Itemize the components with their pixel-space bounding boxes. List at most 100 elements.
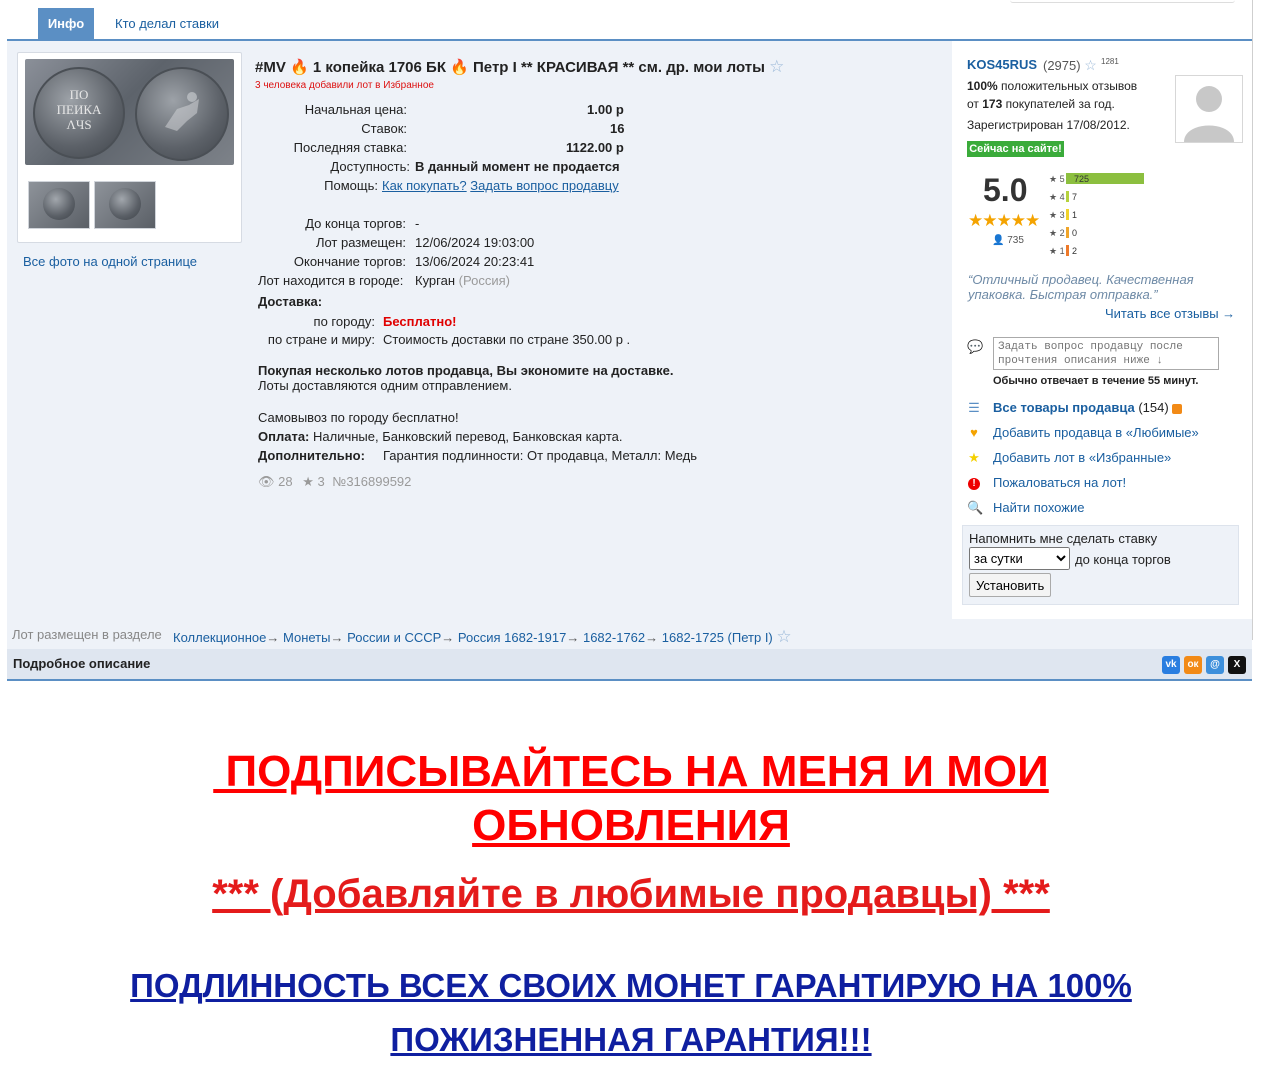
rating-bar [1066, 209, 1069, 220]
x-share-icon[interactable]: X [1228, 656, 1246, 674]
favorites-note: 3 человека добавили лот в Избранное [255, 80, 434, 91]
mailru-share-icon[interactable]: @ [1206, 656, 1224, 674]
ok-share-icon[interactable]: ок [1184, 656, 1202, 674]
breadcrumb-item[interactable]: 1682-1725 (Петр I) [662, 630, 773, 645]
buyers-count: 173 [982, 97, 1003, 111]
rating-bar [1066, 245, 1069, 256]
page-edge [1252, 0, 1253, 640]
star-icon: ★ [302, 474, 314, 489]
city-label: Лот находится в городе: [258, 273, 404, 288]
vk-share-icon[interactable]: vk [1162, 656, 1180, 674]
rating-bar-label: ★ 5 [1049, 174, 1065, 185]
reminder-select[interactable]: за сутки [969, 547, 1070, 570]
payment-label: Оплата: [258, 429, 310, 444]
rating-bar-stars: 2 [1059, 228, 1065, 238]
rating-bar-count: 0 [1072, 228, 1078, 238]
buyers-text: покупателей за год. [1005, 97, 1115, 111]
pickup-note: Самовывоз по городу бесплатно! [258, 410, 459, 425]
breadcrumb-item[interactable]: 1682-1762 [583, 630, 645, 645]
photo-thumb-2[interactable] [94, 181, 156, 229]
title-suffix: Петр I ** КРАСИВАЯ ** см. др. мои лоты [473, 59, 765, 76]
favs-count: 3 [317, 474, 325, 489]
seller-name-link[interactable]: KOS45RUS [967, 57, 1037, 72]
breadcrumb-item[interactable]: России и СССР [347, 630, 441, 645]
rss-icon[interactable] [1172, 403, 1183, 414]
rating-bar-stars: 4 [1059, 192, 1065, 202]
positive-text: положительных отзывов [1001, 79, 1138, 93]
seller-rating-count: (2975) [1043, 58, 1081, 73]
photo-thumb-1[interactable] [28, 181, 90, 229]
lot-stats: 👁 28 ★ 3 №316899592 [258, 474, 411, 490]
breadcrumb-label: Лот размещен в разделе [12, 627, 162, 642]
placed-value: 12/06/2024 19:03:00 [415, 235, 535, 250]
how-to-buy-link[interactable]: Как покупать? [382, 178, 467, 193]
promo-line-4: ПОДЛИННОСТЬ ВСЕХ СВОИХ МОНЕТ ГАРАНТИРУЮ … [130, 967, 1132, 1004]
rating-stars-icon: ★★★★★ [968, 211, 1040, 230]
bid-reminder: Напомнить мне сделать ставку за сутки до… [962, 525, 1239, 605]
star-icon: ★ [1049, 192, 1060, 202]
positive-pct: 100% [967, 79, 998, 93]
tab-bar: Инфо Кто делал ставки [0, 0, 1262, 40]
rating-bar [1066, 191, 1069, 202]
delivery-city-label: по городу: [313, 314, 375, 329]
main-photo[interactable]: ПО ПЕИКА ΛЧS [25, 59, 234, 165]
all-items-count: (154) [1138, 400, 1169, 415]
last-bid-label: Последняя ставка: [293, 140, 407, 155]
complain-link[interactable]: Пожаловаться на лот! [993, 475, 1126, 490]
find-similar-link[interactable]: Найти похожие [993, 500, 1084, 515]
last-bid-value: 1122.00 р [566, 140, 624, 155]
search-icon: 🔍 [967, 500, 984, 515]
bids-value: 16 [610, 121, 625, 136]
rider-emblem-icon [165, 92, 199, 131]
star-icon: ★ [1049, 246, 1060, 256]
favorite-star-icon[interactable]: ☆ [769, 57, 784, 76]
add-seller-favorite-link[interactable]: Добавить продавца в «Любимые» [993, 425, 1199, 440]
user-silhouette-icon [1184, 86, 1234, 142]
read-all-reviews-link[interactable]: Читать все отзывы → [1105, 306, 1235, 321]
buyers-row: от 173 покупателей за год. [967, 97, 1115, 111]
reply-time: Обычно отвечает в течение 55 минут. [993, 375, 1199, 387]
section-favorite-star-icon[interactable]: ☆ [776, 627, 791, 646]
views-count: 28 [278, 474, 293, 489]
ask-question-input[interactable] [993, 337, 1219, 370]
title-main: 1 копейка 1706 БК [312, 59, 446, 76]
promo-line-3: *** (Добавляйте в любимые продавцы) *** [212, 872, 1050, 916]
all-photos-link[interactable]: Все фото на одной странице [23, 254, 197, 269]
tab-bidders[interactable]: Кто делал ставки [115, 8, 219, 39]
add-lot-favorite-link[interactable]: Добавить лот в «Избранные» [993, 450, 1171, 465]
seller-rating: (2975) ☆ [1043, 57, 1097, 74]
title-tag: #MV [255, 59, 286, 76]
list-icon: ☰ [968, 400, 980, 415]
user-icon: 👤 [992, 235, 1005, 246]
lot-title: #MV 🔥 1 копейка 1706 БК 🔥 Петр I ** КРАС… [255, 57, 784, 77]
breadcrumb-item[interactable]: Монеты [283, 630, 330, 645]
rating-bar-count: 2 [1072, 246, 1078, 256]
star-icon: ★ [1049, 174, 1060, 184]
fire-icon: 🔥 [290, 59, 309, 76]
availability-value: В данный момент не продается [415, 159, 620, 174]
all-items-link[interactable]: Все товары продавца [993, 400, 1135, 415]
extra-value: Гарантия подлинности: От продавца, Метал… [383, 448, 697, 463]
ask-seller-link[interactable]: Задать вопрос продавцу [470, 178, 618, 193]
availability-label: Доступность: [330, 159, 410, 174]
rating-bar-stars: 1 [1059, 246, 1065, 256]
reviews-count: 735 [1007, 235, 1024, 246]
extra-label: Дополнительно: [258, 448, 365, 463]
breadcrumb-item[interactable]: Коллекционное [173, 630, 266, 645]
tab-info[interactable]: Инфо [38, 8, 94, 39]
warning-icon: ! [967, 474, 981, 490]
set-reminder-button[interactable]: Установить [969, 573, 1051, 597]
seller-avatar[interactable] [1175, 75, 1243, 143]
registered-date: Зарегистрирован 17/08/2012. [967, 118, 1130, 132]
eye-icon: 👁 [258, 474, 275, 489]
from-text: от [967, 97, 979, 111]
reminder-after: до конца торгов [1075, 552, 1171, 567]
photo-gallery: ПО ПЕИКА ΛЧS [17, 52, 242, 243]
ends-in-value: - [415, 216, 420, 231]
help-links: Как покупать? Задать вопрос продавцу [382, 178, 619, 193]
rating-bar-count: 725 [1074, 174, 1090, 184]
seller-star-icon[interactable]: ☆ [1084, 57, 1097, 73]
reviews-count-row: 👤 735 [992, 235, 1024, 246]
breadcrumb-item[interactable]: Россия 1682-1917 [458, 630, 566, 645]
breadcrumb: Коллекционное→ Монеты→ России и СССР→ Ро… [173, 627, 792, 646]
